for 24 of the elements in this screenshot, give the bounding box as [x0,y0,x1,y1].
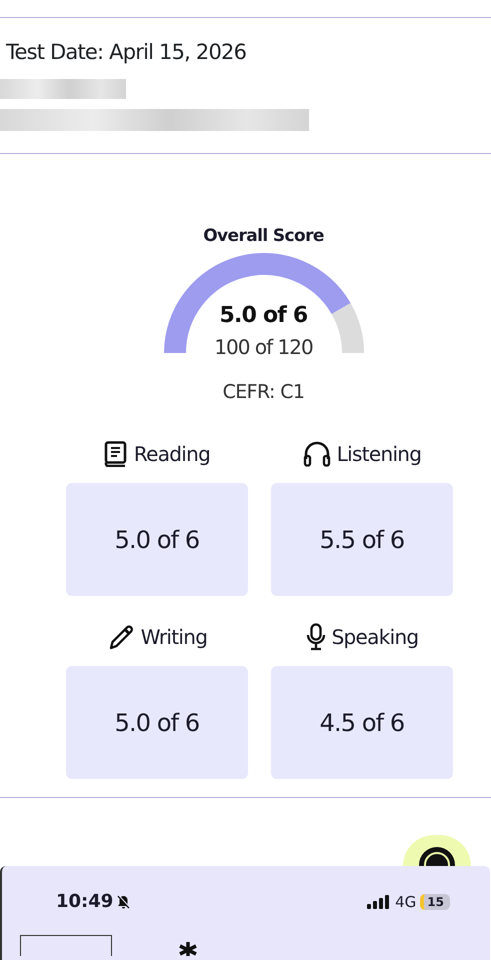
section-score: 5.0 of 6 [66,666,248,779]
section-score: 5.5 of 6 [271,483,453,596]
muted-bell-icon [117,894,130,908]
overall-score-title: Overall Score [203,226,324,246]
section-label: Speaking [332,625,418,649]
section-score: 5.0 of 6 [66,483,248,596]
book-icon [104,441,128,467]
headphones-icon [302,441,331,467]
test-date: Test Date: April 15, 2026 [6,40,248,64]
cefr-level: CEFR: C1 [222,381,304,403]
microphone-icon [306,623,326,651]
section-label: Reading [134,442,210,466]
signal-icon [367,894,392,908]
total-score: 100 of 120 [213,335,314,359]
section-label: Writing [140,625,208,649]
asterisk-icon [177,942,199,956]
network-type: 4G [395,892,416,910]
battery-level: 15 [420,894,450,910]
status-time: 10:49 [56,891,114,912]
overall-score: 5.0 of 6 [218,303,308,328]
gauge-track [330,303,364,354]
section-score: 4.5 of 6 [271,666,453,779]
menu-button[interactable] [20,935,112,956]
section-label: Listening [336,442,422,466]
